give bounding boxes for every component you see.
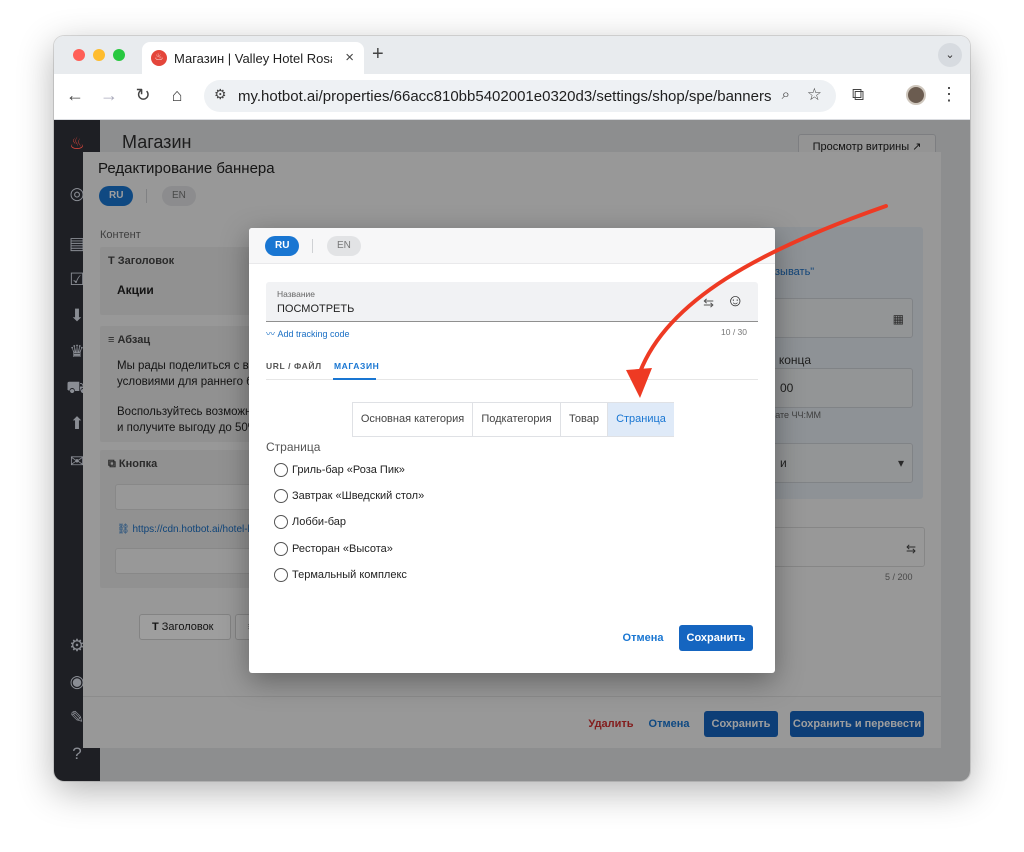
radio-unchecked-icon[interactable] [274, 515, 288, 529]
page-option-label[interactable]: Гриль-бар «Роза Пик» [292, 464, 405, 476]
page-option-label[interactable]: Ресторан «Высота» [292, 543, 393, 555]
modal-lang-ru-tab[interactable]: RU [265, 236, 300, 256]
radio-unchecked-icon[interactable] [274, 542, 288, 556]
radio-unchecked-icon[interactable] [274, 568, 288, 582]
modal-header: RU EN [249, 228, 775, 264]
tab-strip: ♨ Магазин | Valley Hotel Rosa K × + ⌄ [54, 36, 970, 74]
forward-icon[interactable]: → [98, 85, 120, 106]
modal-lang-en-tab[interactable]: EN [327, 236, 361, 256]
button-link-modal: RU EN Название ПОСМОТРЕТЬ ⇆ ☺ 〰 Add trac… [249, 228, 775, 673]
translate-icon[interactable]: ⇆ [703, 295, 714, 311]
browser-menu-icon[interactable]: ⋮ [940, 84, 958, 105]
shop-target-segmented-control: Основная категория Подкатегория Товар Ст… [352, 402, 674, 437]
home-icon[interactable]: ⌂ [166, 85, 188, 106]
browser-tab[interactable]: ♨ Магазин | Valley Hotel Rosa K × [142, 42, 364, 74]
segment-page[interactable]: Страница [608, 403, 674, 436]
tab-title: Магазин | Valley Hotel Rosa K [174, 51, 332, 66]
emoji-icon[interactable]: ☺ [727, 291, 744, 311]
browser-toolbar: ← → ↻ ⌂ ⚙ my.hotbot.ai/properties/66acc8… [54, 74, 970, 120]
minimize-window-button[interactable] [93, 49, 105, 61]
back-icon[interactable]: ← [64, 85, 86, 106]
address-url[interactable]: my.hotbot.ai/properties/66acc810bb540200… [238, 88, 771, 105]
name-char-counter: 10 / 30 [721, 327, 747, 337]
active-tab-indicator [333, 378, 376, 380]
page-option-label[interactable]: Лобби-бар [292, 516, 346, 528]
tab-url-file[interactable]: URL / ФАЙЛ [266, 361, 322, 371]
close-tab-icon[interactable]: × [345, 49, 354, 66]
radio-unchecked-icon[interactable] [274, 463, 288, 477]
name-field-value[interactable]: ПОСМОТРЕТЬ [277, 303, 354, 315]
segment-main-category[interactable]: Основная категория [353, 403, 473, 436]
tab-shop[interactable]: МАГАЗИН [334, 361, 379, 371]
trend-line-icon: 〰 [266, 329, 278, 339]
address-bar[interactable]: ⚙ my.hotbot.ai/properties/66acc810bb5402… [204, 80, 836, 112]
site-settings-icon[interactable]: ⚙ [214, 86, 227, 103]
page-group-label: Страница [266, 440, 321, 454]
page-option-label[interactable]: Завтрак «Шведский стол» [292, 490, 424, 502]
reload-icon[interactable]: ↻ [132, 85, 154, 106]
modal-save-button[interactable]: Сохранить [679, 625, 753, 651]
page-option-label[interactable]: Термальный комплекс [292, 569, 407, 581]
modal-lang-divider [312, 239, 313, 253]
segment-product[interactable]: Товар [561, 403, 608, 436]
segment-subcategory[interactable]: Подкатегория [473, 403, 561, 436]
add-tracking-code-link[interactable]: 〰 Add tracking code [266, 327, 350, 340]
name-field[interactable]: Название ПОСМОТРЕТЬ ⇆ ☺ [266, 282, 758, 322]
new-tab-icon[interactable]: + [372, 43, 384, 66]
tab-search-icon[interactable]: ⌄ [938, 43, 962, 67]
hotbot-favicon-icon: ♨ [151, 50, 167, 66]
modal-cancel-button[interactable]: Отмена [619, 625, 667, 651]
close-window-button[interactable] [73, 49, 85, 61]
name-field-label: Название [277, 289, 315, 299]
extensions-icon[interactable]: ⧉ [852, 85, 864, 105]
maximize-window-button[interactable] [113, 49, 125, 61]
profile-avatar[interactable] [906, 85, 926, 105]
zoom-icon[interactable]: ⌕ [782, 86, 790, 103]
link-type-tabs: URL / ФАЙЛ МАГАЗИН [266, 354, 758, 380]
bookmark-star-icon[interactable]: ☆ [807, 85, 822, 105]
radio-unchecked-icon[interactable] [274, 489, 288, 503]
